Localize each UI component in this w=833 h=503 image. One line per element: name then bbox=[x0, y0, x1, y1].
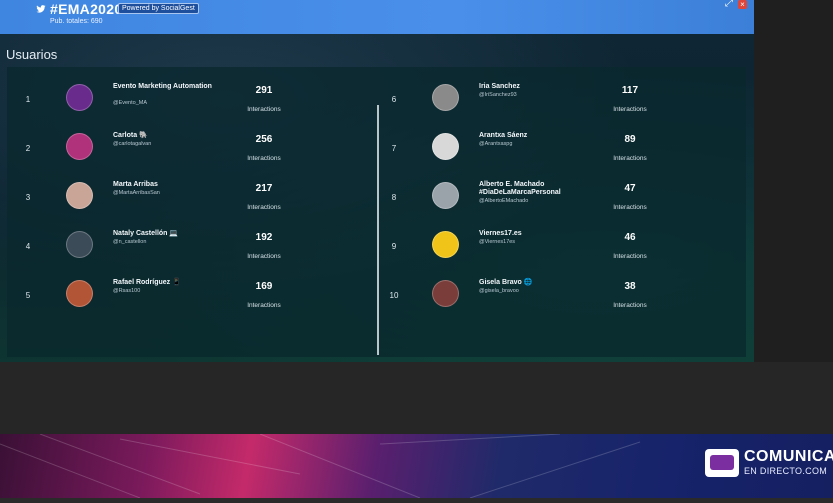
interaction-count: 46 bbox=[624, 232, 636, 243]
avatar[interactable] bbox=[66, 182, 93, 209]
user-name[interactable]: Arantxa Sáenz bbox=[479, 132, 599, 140]
section-title: Usuarios bbox=[6, 47, 58, 62]
user-name[interactable]: Iria Sanchez bbox=[479, 83, 599, 91]
empty-area bbox=[0, 362, 833, 434]
user-name[interactable]: Evento Marketing Automation bbox=[113, 83, 233, 91]
interactions-caption: Interactions bbox=[247, 106, 281, 113]
close-icon[interactable]: × bbox=[738, 0, 747, 9]
interactions-caption: Interactions bbox=[613, 106, 647, 113]
user-name[interactable]: Marta Arribas bbox=[113, 181, 233, 189]
interactions-caption: Interactions bbox=[247, 253, 281, 260]
twitter-bird-icon bbox=[36, 5, 46, 13]
interactions-caption: Interactions bbox=[613, 253, 647, 260]
user-handle[interactable]: @carlotagalvan bbox=[113, 141, 233, 147]
rank-number: 4 bbox=[25, 242, 31, 251]
avatar[interactable] bbox=[66, 280, 93, 307]
avatar[interactable] bbox=[66, 231, 93, 258]
rank-number: 7 bbox=[391, 144, 397, 153]
pub-totals: Pub. totales: 690 bbox=[50, 18, 103, 25]
avatar[interactable] bbox=[66, 84, 93, 111]
avatar[interactable] bbox=[432, 84, 459, 111]
powered-by-badge: Powered by SocialGest bbox=[118, 3, 199, 14]
user-handle[interactable]: @Arantxaspg bbox=[479, 141, 599, 147]
rank-number: 10 bbox=[389, 291, 399, 300]
brand-subtitle: EN DIRECTO.COM bbox=[744, 466, 828, 476]
user-handle[interactable]: @AlbertoEMachado bbox=[479, 198, 599, 204]
tv-face-logo-icon bbox=[705, 449, 739, 477]
interaction-count: 192 bbox=[255, 232, 273, 243]
rank-number: 2 bbox=[25, 144, 31, 153]
user-row[interactable]: 4 Nataly Castellón 💻 @n_castellon 192 Intera… bbox=[7, 221, 347, 267]
user-handle[interactable]: @IriSanchez93 bbox=[479, 92, 599, 98]
rank-number: 8 bbox=[391, 193, 397, 202]
logo-screen bbox=[710, 455, 734, 470]
user-row[interactable]: 1 Evento Marketing Automation @Evento_MA 29… bbox=[7, 74, 347, 120]
user-handle[interactable]: @gisela_bravoo bbox=[479, 288, 599, 294]
interactions-caption: Interactions bbox=[613, 302, 647, 309]
user-name[interactable]: Carlota 🐘 bbox=[113, 132, 233, 140]
rank-number: 3 bbox=[25, 193, 31, 202]
user-handle[interactable]: @n_castellon bbox=[113, 239, 233, 245]
user-name[interactable]: Nataly Castellón 💻 bbox=[113, 230, 233, 238]
interaction-count: 291 bbox=[255, 85, 273, 96]
user-row[interactable]: 8 Alberto E. Machado #DiaDeLaMarcaPersona… bbox=[373, 172, 713, 218]
interaction-count: 217 bbox=[255, 183, 273, 194]
avatar[interactable] bbox=[432, 280, 459, 307]
user-row[interactable]: 6 Iria Sanchez @IriSanchez93 117 Interaction… bbox=[373, 74, 713, 120]
interaction-count: 256 bbox=[255, 134, 273, 145]
header-bar: #EMA2020 Powered by SocialGest Pub. tota… bbox=[0, 0, 754, 34]
interactions-caption: Interactions bbox=[613, 204, 647, 211]
brand-title: COMUNICA bbox=[744, 448, 833, 465]
leaderboard-stage: Usuarios 1 Evento Marketing Automation @Ev… bbox=[0, 34, 754, 362]
expand-icon[interactable]: ⤢ bbox=[724, 0, 734, 9]
user-row[interactable]: 3 Marta Arribas @MartaArribasSan 217 Interac… bbox=[7, 172, 347, 218]
user-handle[interactable]: @MartaArribasSan bbox=[113, 190, 233, 196]
user-name[interactable]: Gisela Bravo 🌐 bbox=[479, 279, 599, 287]
user-row[interactable]: 10 Gisela Bravo 🌐 @gisela_bravoo 38 Interact… bbox=[373, 270, 713, 316]
user-handle[interactable]: @Viernes17es bbox=[479, 239, 599, 245]
user-name[interactable]: Viernes17.es bbox=[479, 230, 599, 238]
avatar[interactable] bbox=[432, 182, 459, 209]
user-handle[interactable]: @Rsas100 bbox=[113, 288, 233, 294]
rank-number: 5 bbox=[25, 291, 31, 300]
avatar[interactable] bbox=[432, 231, 459, 258]
user-row[interactable]: 5 Rafael Rodríguez 📱 @Rsas100 169 Interactio… bbox=[7, 270, 347, 316]
rank-number: 6 bbox=[391, 95, 397, 104]
interaction-count: 38 bbox=[624, 281, 636, 292]
interaction-count: 47 bbox=[624, 183, 636, 194]
user-row[interactable]: 7 Arantxa Sáenz @Arantxaspg 89 Interactions bbox=[373, 123, 713, 169]
rank-number: 9 bbox=[391, 242, 397, 251]
hashtag-title: #EMA2020 bbox=[50, 1, 123, 17]
user-name[interactable]: Alberto E. Machado #DiaDeLaMarcaPersonal bbox=[479, 181, 599, 197]
user-row[interactable]: 9 Viernes17.es @Viernes17es 46 Interactions bbox=[373, 221, 713, 267]
interaction-count: 89 bbox=[624, 134, 636, 145]
user-row[interactable]: 2 Carlota 🐘 @carlotagalvan 256 Interactions bbox=[7, 123, 347, 169]
leaderboard-card: 1 Evento Marketing Automation @Evento_MA 29… bbox=[7, 67, 746, 357]
avatar[interactable] bbox=[432, 133, 459, 160]
user-handle[interactable]: @Evento_MA bbox=[113, 100, 233, 106]
rank-number: 1 bbox=[25, 95, 31, 104]
interactions-caption: Interactions bbox=[613, 155, 647, 162]
avatar[interactable] bbox=[66, 133, 93, 160]
interactions-caption: Interactions bbox=[247, 155, 281, 162]
user-name[interactable]: Rafael Rodríguez 📱 bbox=[113, 279, 233, 287]
interaction-count: 117 bbox=[621, 85, 639, 96]
interaction-count: 169 bbox=[255, 281, 273, 292]
interactions-caption: Interactions bbox=[247, 204, 281, 211]
interactions-caption: Interactions bbox=[247, 302, 281, 309]
